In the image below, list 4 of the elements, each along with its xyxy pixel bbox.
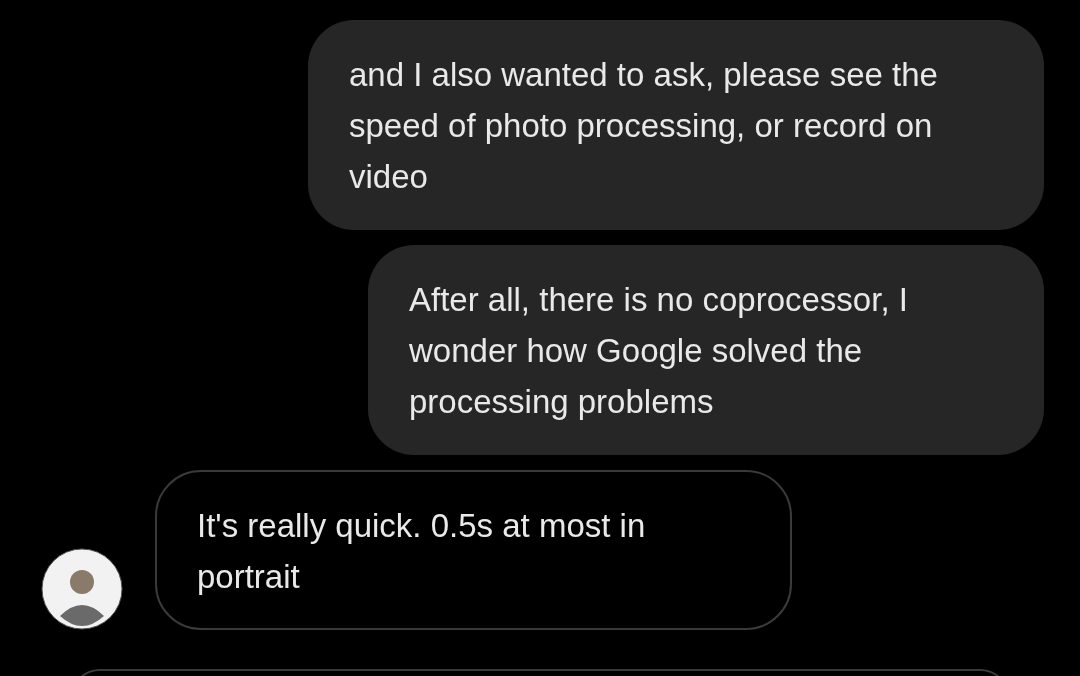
avatar-icon[interactable] — [41, 548, 123, 630]
message-bubble: and I also wanted to ask, please see the speed of photo processing, or record on video — [308, 20, 1044, 230]
message-bubble: After all, there is no coprocessor, I wonder how Google solved the processing problems — [368, 245, 1044, 455]
message-bubble: It's really quick. 0.5s at most in portrait — [155, 470, 792, 630]
